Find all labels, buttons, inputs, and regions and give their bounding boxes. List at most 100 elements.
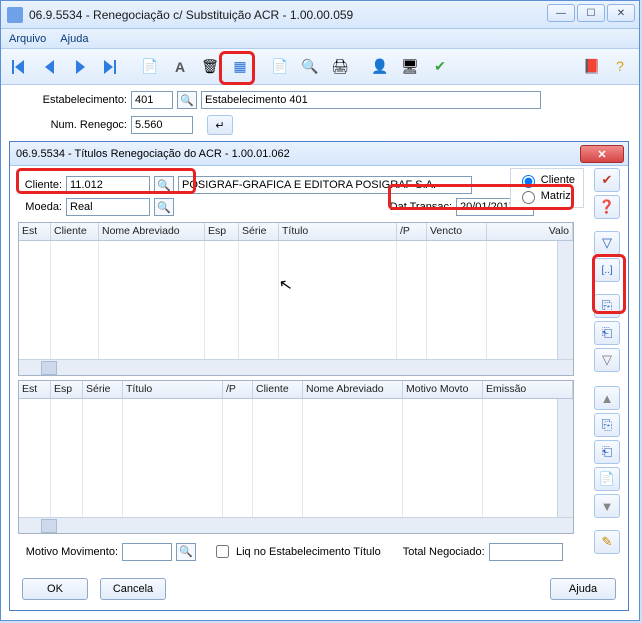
cliente-matriz-radio-group: Cliente Matriz bbox=[510, 168, 584, 208]
nav-first-icon[interactable] bbox=[7, 54, 33, 80]
moeda-search-icon[interactable]: 🔍 bbox=[154, 198, 174, 216]
g2-hscroll[interactable] bbox=[19, 517, 573, 533]
help-icon[interactable]: ? bbox=[607, 53, 633, 79]
g1-col-serie[interactable]: Série bbox=[239, 223, 279, 240]
ok-button[interactable]: OK bbox=[22, 578, 88, 600]
motivo-input[interactable] bbox=[122, 543, 172, 561]
g2-col-serie[interactable]: Série bbox=[83, 381, 123, 398]
g1-col-valor[interactable]: Valo bbox=[487, 223, 573, 240]
motivo-label: Motivo Movimento: bbox=[18, 546, 118, 558]
g2-col-p[interactable]: /P bbox=[223, 381, 253, 398]
radio-cliente-label: Cliente bbox=[541, 174, 575, 186]
grid-movimentos[interactable]: Est Esp Série Título /P Cliente Nome Abr… bbox=[18, 380, 574, 534]
cancela-button[interactable]: Cancela bbox=[100, 578, 166, 600]
renegoc-input[interactable] bbox=[131, 116, 193, 134]
nav-prev-icon[interactable] bbox=[37, 54, 63, 80]
g2-body[interactable] bbox=[19, 399, 573, 517]
motivo-search-icon[interactable]: 🔍 bbox=[176, 543, 196, 561]
estab-label: Estabelecimento: bbox=[11, 94, 127, 106]
inner-window: 06.9.5534 - Títulos Renegociação do ACR … bbox=[9, 141, 629, 611]
user-icon[interactable]: 👤 bbox=[367, 54, 393, 80]
new-icon[interactable]: 📄 bbox=[137, 54, 163, 80]
preview-icon[interactable]: 🔍 bbox=[297, 54, 323, 80]
main-toolbar: 📄 A 🗑 ▦ 📄 🔍 🖨 👤 🖥 ✔ 📕 ? bbox=[1, 49, 639, 85]
monitor-icon[interactable]: 🖥 bbox=[397, 54, 423, 80]
radio-matriz[interactable] bbox=[522, 191, 535, 204]
g1-col-nome[interactable]: Nome Abreviado bbox=[99, 223, 205, 240]
calendar-icon[interactable]: ▦ bbox=[227, 54, 253, 80]
estab-name-input[interactable] bbox=[201, 91, 541, 109]
grid-titulos[interactable]: Est Cliente Nome Abreviado Esp Série Tít… bbox=[18, 222, 574, 376]
text-icon[interactable]: A bbox=[167, 54, 193, 80]
side-help-icon[interactable]: ❓ bbox=[594, 195, 620, 219]
delete-icon[interactable]: 🗑 bbox=[197, 54, 223, 80]
estab-input[interactable] bbox=[131, 91, 173, 109]
g1-col-cliente[interactable]: Cliente bbox=[51, 223, 99, 240]
menu-ajuda[interactable]: Ajuda bbox=[60, 33, 88, 45]
g2-vscroll[interactable] bbox=[557, 399, 573, 517]
liq-label: Liq no Estabelecimento Título bbox=[236, 546, 381, 558]
renegoc-label: Num. Renegoc: bbox=[11, 119, 127, 131]
side-toolbar-lower: ▲ ⎘ ⎗ 📄 ▼ ✎ bbox=[594, 386, 622, 554]
side-down-icon[interactable]: ▼ bbox=[594, 494, 620, 518]
ajuda-button[interactable]: Ajuda bbox=[550, 578, 616, 600]
check-icon[interactable]: ✔ bbox=[427, 54, 453, 80]
total-input[interactable] bbox=[489, 543, 563, 561]
g1-body[interactable] bbox=[19, 241, 573, 359]
radio-cliente[interactable] bbox=[522, 175, 535, 188]
side-filter-icon[interactable]: ▽ bbox=[594, 231, 620, 255]
g2-col-motivo[interactable]: Motivo Movto bbox=[403, 381, 483, 398]
g2-col-est[interactable]: Est bbox=[19, 381, 51, 398]
side-doc-icon[interactable]: 📄 bbox=[594, 467, 620, 491]
nav-last-icon[interactable] bbox=[97, 54, 123, 80]
g1-col-titulo[interactable]: Título bbox=[279, 223, 397, 240]
cliente-input[interactable] bbox=[66, 176, 150, 194]
exit-icon[interactable]: 📕 bbox=[579, 53, 605, 79]
side-insert2-icon[interactable]: ⎘ bbox=[594, 413, 620, 437]
inner-close-button[interactable]: ✕ bbox=[580, 145, 624, 163]
g1-vscroll[interactable] bbox=[557, 241, 573, 359]
app-icon bbox=[7, 7, 23, 23]
minimize-button[interactable]: — bbox=[547, 4, 575, 22]
g1-col-esp[interactable]: Esp bbox=[205, 223, 239, 240]
outer-titlebar: 06.9.5534 - Renegociação c/ Substituição… bbox=[1, 1, 639, 29]
page-icon[interactable]: 📄 bbox=[267, 54, 293, 80]
g1-col-p[interactable]: /P bbox=[397, 223, 427, 240]
side-up-icon[interactable]: ▲ bbox=[594, 386, 620, 410]
menu-arquivo[interactable]: Arquivo bbox=[9, 33, 46, 45]
side-remove-row-icon[interactable]: ⎗ bbox=[594, 321, 620, 345]
g2-col-titulo[interactable]: Título bbox=[123, 381, 223, 398]
g2-col-emissao[interactable]: Emissão bbox=[483, 381, 573, 398]
g2-col-esp[interactable]: Esp bbox=[51, 381, 83, 398]
cliente-name-input[interactable] bbox=[178, 176, 472, 194]
maximize-button[interactable]: ☐ bbox=[577, 4, 605, 22]
liq-checkbox[interactable] bbox=[216, 545, 229, 558]
side-insert-row-icon[interactable]: ⎘ bbox=[594, 294, 620, 318]
total-label: Total Negociado: bbox=[403, 546, 485, 558]
renegoc-go-icon[interactable]: ↵ bbox=[207, 115, 233, 135]
side-toolbar-upper: ✔ ❓ ▽ [..] ⎘ ⎗ ▽ bbox=[594, 168, 622, 372]
close-button[interactable]: ✕ bbox=[607, 4, 635, 22]
nav-next-icon[interactable] bbox=[67, 54, 93, 80]
g2-col-cliente[interactable]: Cliente bbox=[253, 381, 303, 398]
moeda-label: Moeda: bbox=[18, 201, 62, 213]
menubar: Arquivo Ajuda bbox=[1, 29, 639, 49]
side-check-icon[interactable]: ✔ bbox=[594, 168, 620, 192]
g2-col-nome[interactable]: Nome Abreviado bbox=[303, 381, 403, 398]
inner-title: 06.9.5534 - Títulos Renegociação do ACR … bbox=[16, 148, 290, 160]
g1-col-est[interactable]: Est bbox=[19, 223, 51, 240]
moeda-input[interactable] bbox=[66, 198, 150, 216]
outer-title: 06.9.5534 - Renegociação c/ Substituição… bbox=[29, 8, 353, 22]
cliente-search-icon[interactable]: 🔍 bbox=[154, 176, 174, 194]
button-row: OK Cancela Ajuda bbox=[10, 570, 628, 610]
estab-search-icon[interactable]: 🔍 bbox=[177, 91, 197, 109]
side-edit-icon[interactable]: ✎ bbox=[594, 530, 620, 554]
side-sort-icon[interactable]: ▽ bbox=[594, 348, 620, 372]
radio-matriz-label: Matriz bbox=[541, 190, 571, 202]
dat-transac-label: Dat Transac: bbox=[382, 201, 452, 213]
side-range-icon[interactable]: [..] bbox=[594, 258, 620, 282]
g1-col-vencto[interactable]: Vencto bbox=[427, 223, 487, 240]
g1-hscroll[interactable] bbox=[19, 359, 573, 375]
side-remove2-icon[interactable]: ⎗ bbox=[594, 440, 620, 464]
print-icon[interactable]: 🖨 bbox=[327, 54, 353, 80]
